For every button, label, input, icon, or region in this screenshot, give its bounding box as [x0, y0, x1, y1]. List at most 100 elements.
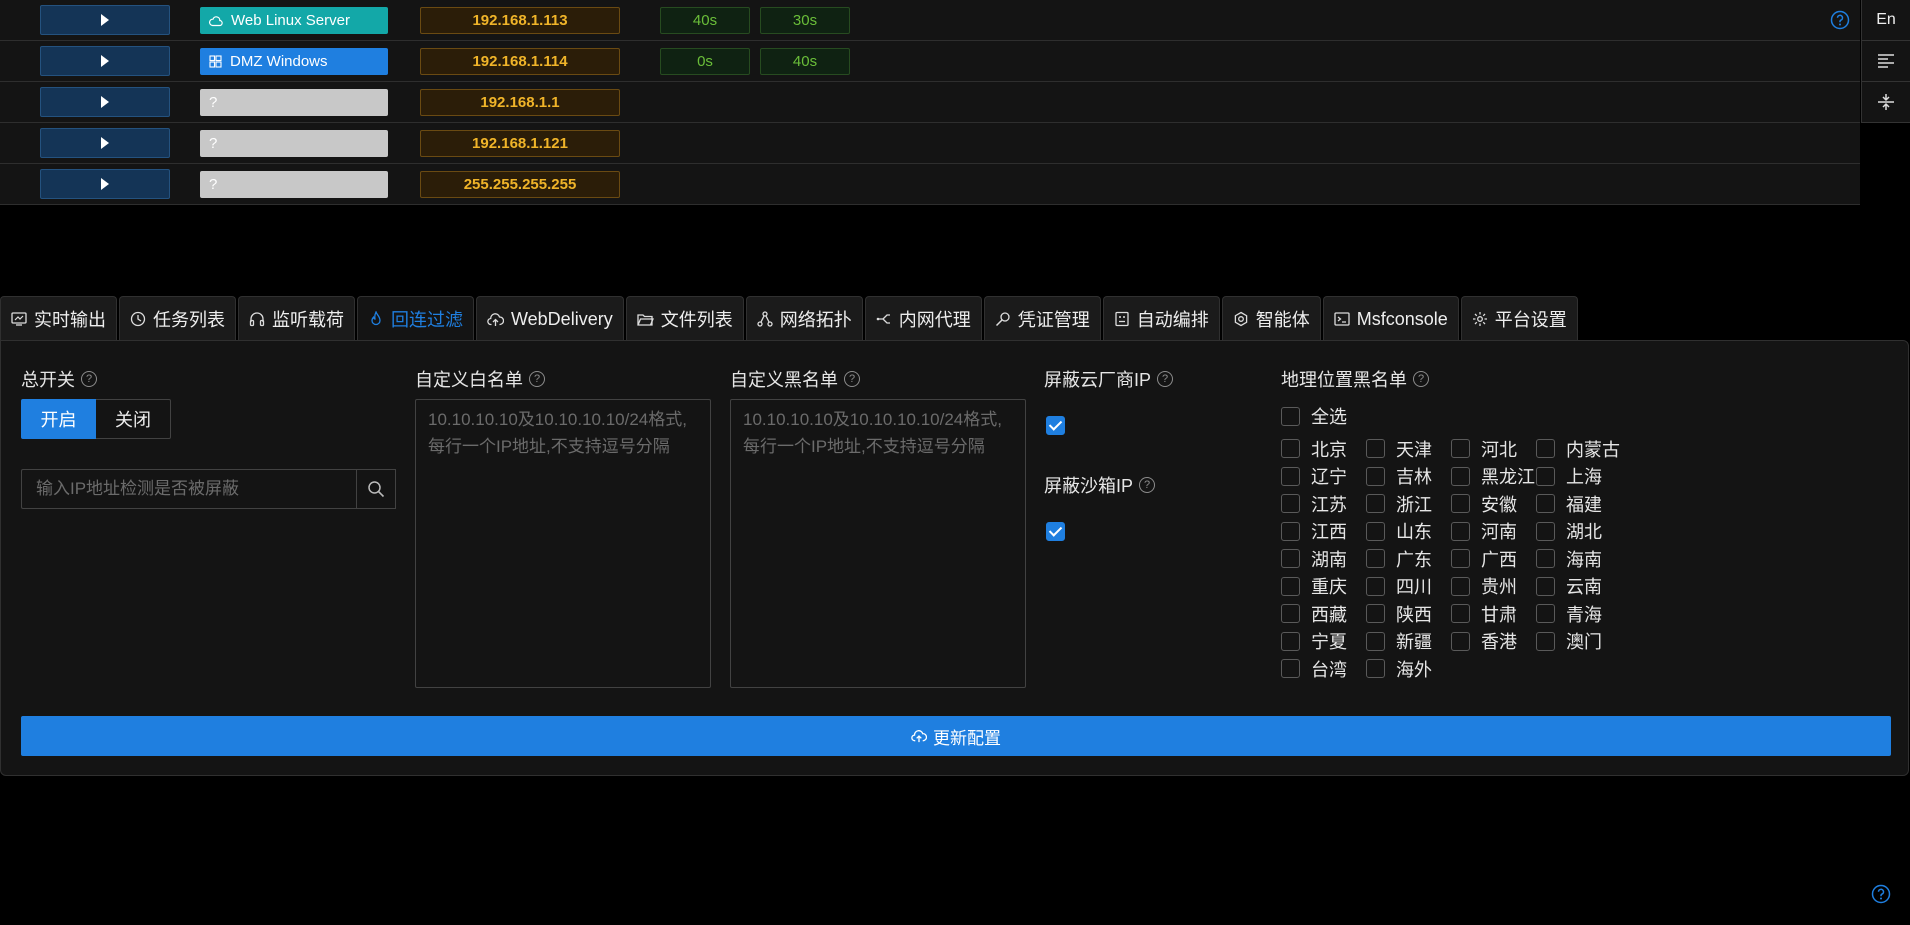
- host-tag[interactable]: ?: [200, 130, 388, 157]
- region-checkbox[interactable]: [1366, 494, 1385, 514]
- region-checkbox[interactable]: [1366, 631, 1385, 651]
- tab-listener-payload[interactable]: 监听载荷: [238, 296, 355, 341]
- geo-region-item[interactable]: 北京: [1281, 435, 1366, 463]
- select-all-checkbox[interactable]: [1281, 406, 1300, 426]
- tab-auto-orchestration[interactable]: 自动编排: [1102, 296, 1220, 341]
- tab-intranet-proxy[interactable]: 内网代理: [864, 296, 982, 341]
- split-button[interactable]: [1861, 82, 1910, 123]
- tab-credential-management[interactable]: 凭证管理: [983, 296, 1101, 341]
- update-config-button[interactable]: 更新配置: [21, 716, 1891, 756]
- region-checkbox[interactable]: [1536, 631, 1555, 651]
- switch-off-button[interactable]: 关闭: [96, 399, 171, 439]
- geo-region-item[interactable]: 宁夏: [1281, 628, 1366, 656]
- geo-region-item[interactable]: 陕西: [1366, 600, 1451, 628]
- expand-button[interactable]: [40, 87, 170, 117]
- region-checkbox[interactable]: [1451, 521, 1470, 541]
- geo-region-item[interactable]: 西藏: [1281, 600, 1366, 628]
- geo-region-item[interactable]: 台湾: [1281, 655, 1366, 683]
- geo-region-item[interactable]: 河南: [1451, 518, 1536, 546]
- region-checkbox[interactable]: [1366, 549, 1385, 569]
- question-icon[interactable]: ?: [1413, 371, 1429, 387]
- ip-check-input[interactable]: [21, 469, 356, 509]
- question-icon[interactable]: ?: [1157, 371, 1174, 387]
- geo-region-item[interactable]: 河北: [1451, 435, 1536, 463]
- geo-region-item[interactable]: 天津: [1366, 435, 1451, 463]
- region-checkbox[interactable]: [1281, 439, 1300, 459]
- region-checkbox[interactable]: [1366, 659, 1385, 679]
- region-checkbox[interactable]: [1366, 466, 1385, 486]
- geo-region-item[interactable]: 江西: [1281, 518, 1366, 546]
- tab-webdelivery[interactable]: WebDelivery: [476, 296, 624, 341]
- language-button[interactable]: En: [1861, 0, 1910, 41]
- region-checkbox[interactable]: [1536, 521, 1555, 541]
- tab-platform-settings[interactable]: 平台设置: [1460, 296, 1578, 341]
- question-icon[interactable]: ?: [844, 371, 860, 387]
- geo-region-item[interactable]: 香港: [1451, 628, 1536, 656]
- question-icon[interactable]: ?: [529, 371, 545, 387]
- geo-region-item[interactable]: 广西: [1451, 545, 1536, 573]
- geo-region-item[interactable]: 澳门: [1536, 628, 1621, 656]
- region-checkbox[interactable]: [1281, 466, 1300, 486]
- geo-region-item[interactable]: 云南: [1536, 573, 1621, 601]
- region-checkbox[interactable]: [1451, 604, 1470, 624]
- region-checkbox[interactable]: [1366, 604, 1385, 624]
- region-checkbox[interactable]: [1536, 466, 1555, 486]
- host-tag[interactable]: DMZ Windows: [200, 48, 388, 75]
- geo-region-item[interactable]: 山东: [1366, 518, 1451, 546]
- region-checkbox[interactable]: [1536, 549, 1555, 569]
- geo-region-item[interactable]: 内蒙古: [1536, 435, 1621, 463]
- region-checkbox[interactable]: [1536, 576, 1555, 596]
- region-checkbox[interactable]: [1281, 659, 1300, 679]
- geo-region-item[interactable]: 海外: [1366, 655, 1451, 683]
- host-tag[interactable]: ?: [200, 171, 388, 198]
- region-checkbox[interactable]: [1281, 631, 1300, 651]
- geo-region-item[interactable]: 新疆: [1366, 628, 1451, 656]
- region-checkbox[interactable]: [1536, 439, 1555, 459]
- geo-region-item[interactable]: 湖南: [1281, 545, 1366, 573]
- region-checkbox[interactable]: [1451, 576, 1470, 596]
- expand-button[interactable]: [40, 46, 170, 76]
- region-checkbox[interactable]: [1451, 494, 1470, 514]
- align-left-button[interactable]: [1861, 41, 1910, 82]
- blacklist-textarea[interactable]: [730, 399, 1026, 688]
- host-tag[interactable]: ?: [200, 89, 388, 116]
- whitelist-textarea[interactable]: [415, 399, 711, 688]
- tab-file-list[interactable]: 文件列表: [625, 296, 744, 341]
- geo-region-item[interactable]: 江苏: [1281, 490, 1366, 518]
- search-button[interactable]: [356, 469, 396, 509]
- region-checkbox[interactable]: [1366, 576, 1385, 596]
- tab-task-list[interactable]: 任务列表: [119, 296, 236, 341]
- help-icon[interactable]: [1830, 10, 1850, 30]
- geo-region-item[interactable]: 湖北: [1536, 518, 1621, 546]
- geo-region-item[interactable]: 海南: [1536, 545, 1621, 573]
- geo-region-item[interactable]: 安徽: [1451, 490, 1536, 518]
- help-icon[interactable]: [1871, 884, 1891, 904]
- switch-on-button[interactable]: 开启: [21, 399, 96, 439]
- region-checkbox[interactable]: [1451, 631, 1470, 651]
- expand-button[interactable]: [40, 128, 170, 158]
- tab-realtime-output[interactable]: 实时输出: [0, 296, 117, 341]
- tab-network-topology[interactable]: 网络拓扑: [745, 296, 863, 341]
- region-checkbox[interactable]: [1451, 466, 1470, 486]
- geo-select-all[interactable]: 全选: [1281, 403, 1347, 429]
- sandbox-block-checkbox[interactable]: [1046, 522, 1065, 541]
- region-checkbox[interactable]: [1281, 494, 1300, 514]
- geo-region-item[interactable]: 上海: [1536, 463, 1621, 491]
- region-checkbox[interactable]: [1281, 576, 1300, 596]
- region-checkbox[interactable]: [1281, 604, 1300, 624]
- geo-region-item[interactable]: 吉林: [1366, 463, 1451, 491]
- expand-button[interactable]: [40, 169, 170, 199]
- geo-region-item[interactable]: 贵州: [1451, 573, 1536, 601]
- tab-agent[interactable]: 智能体: [1221, 296, 1321, 341]
- region-checkbox[interactable]: [1366, 439, 1385, 459]
- region-checkbox[interactable]: [1366, 521, 1385, 541]
- region-checkbox[interactable]: [1536, 604, 1555, 624]
- tab-callback-filter[interactable]: 回连过滤: [357, 296, 474, 341]
- question-icon[interactable]: ?: [81, 371, 97, 387]
- host-tag[interactable]: Web Linux Server: [200, 7, 388, 34]
- geo-region-item[interactable]: 浙江: [1366, 490, 1451, 518]
- region-checkbox[interactable]: [1451, 439, 1470, 459]
- region-checkbox[interactable]: [1451, 549, 1470, 569]
- tab-msfconsole[interactable]: Msfconsole: [1322, 296, 1459, 341]
- geo-region-item[interactable]: 辽宁: [1281, 463, 1366, 491]
